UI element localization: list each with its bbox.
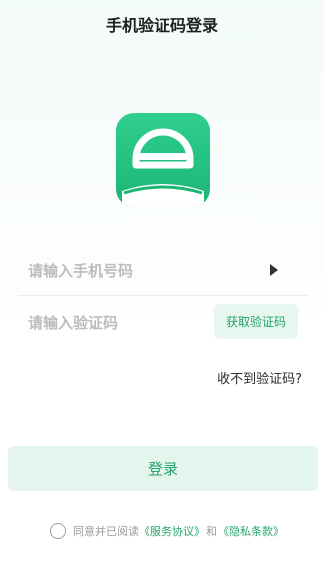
page-title: 手机验证码登录 [105, 16, 218, 35]
agreement-row: 同意并已阅读 《服务协议》 和 《隐私条款》 [50, 522, 284, 540]
code-input[interactable] [28, 308, 208, 338]
no-code-link[interactable]: 收不到验证码? [217, 368, 302, 387]
play-arrow-icon[interactable] [270, 264, 278, 276]
steering-wheel-car-icon [122, 128, 204, 207]
terms-link[interactable]: 《服务协议》 [139, 523, 205, 539]
privacy-link[interactable]: 《隐私条款》 [218, 523, 284, 539]
agreement-prefix: 同意并已阅读 [73, 525, 139, 538]
phone-row [18, 246, 308, 296]
agreement-radio[interactable] [50, 523, 66, 539]
agreement-connector: 和 [206, 525, 217, 538]
login-button[interactable]: 登录 [8, 446, 318, 491]
phone-input[interactable] [28, 256, 208, 286]
code-row: 获取验证码 [18, 298, 308, 348]
get-code-button[interactable]: 获取验证码 [214, 304, 298, 339]
app-logo [116, 113, 210, 207]
